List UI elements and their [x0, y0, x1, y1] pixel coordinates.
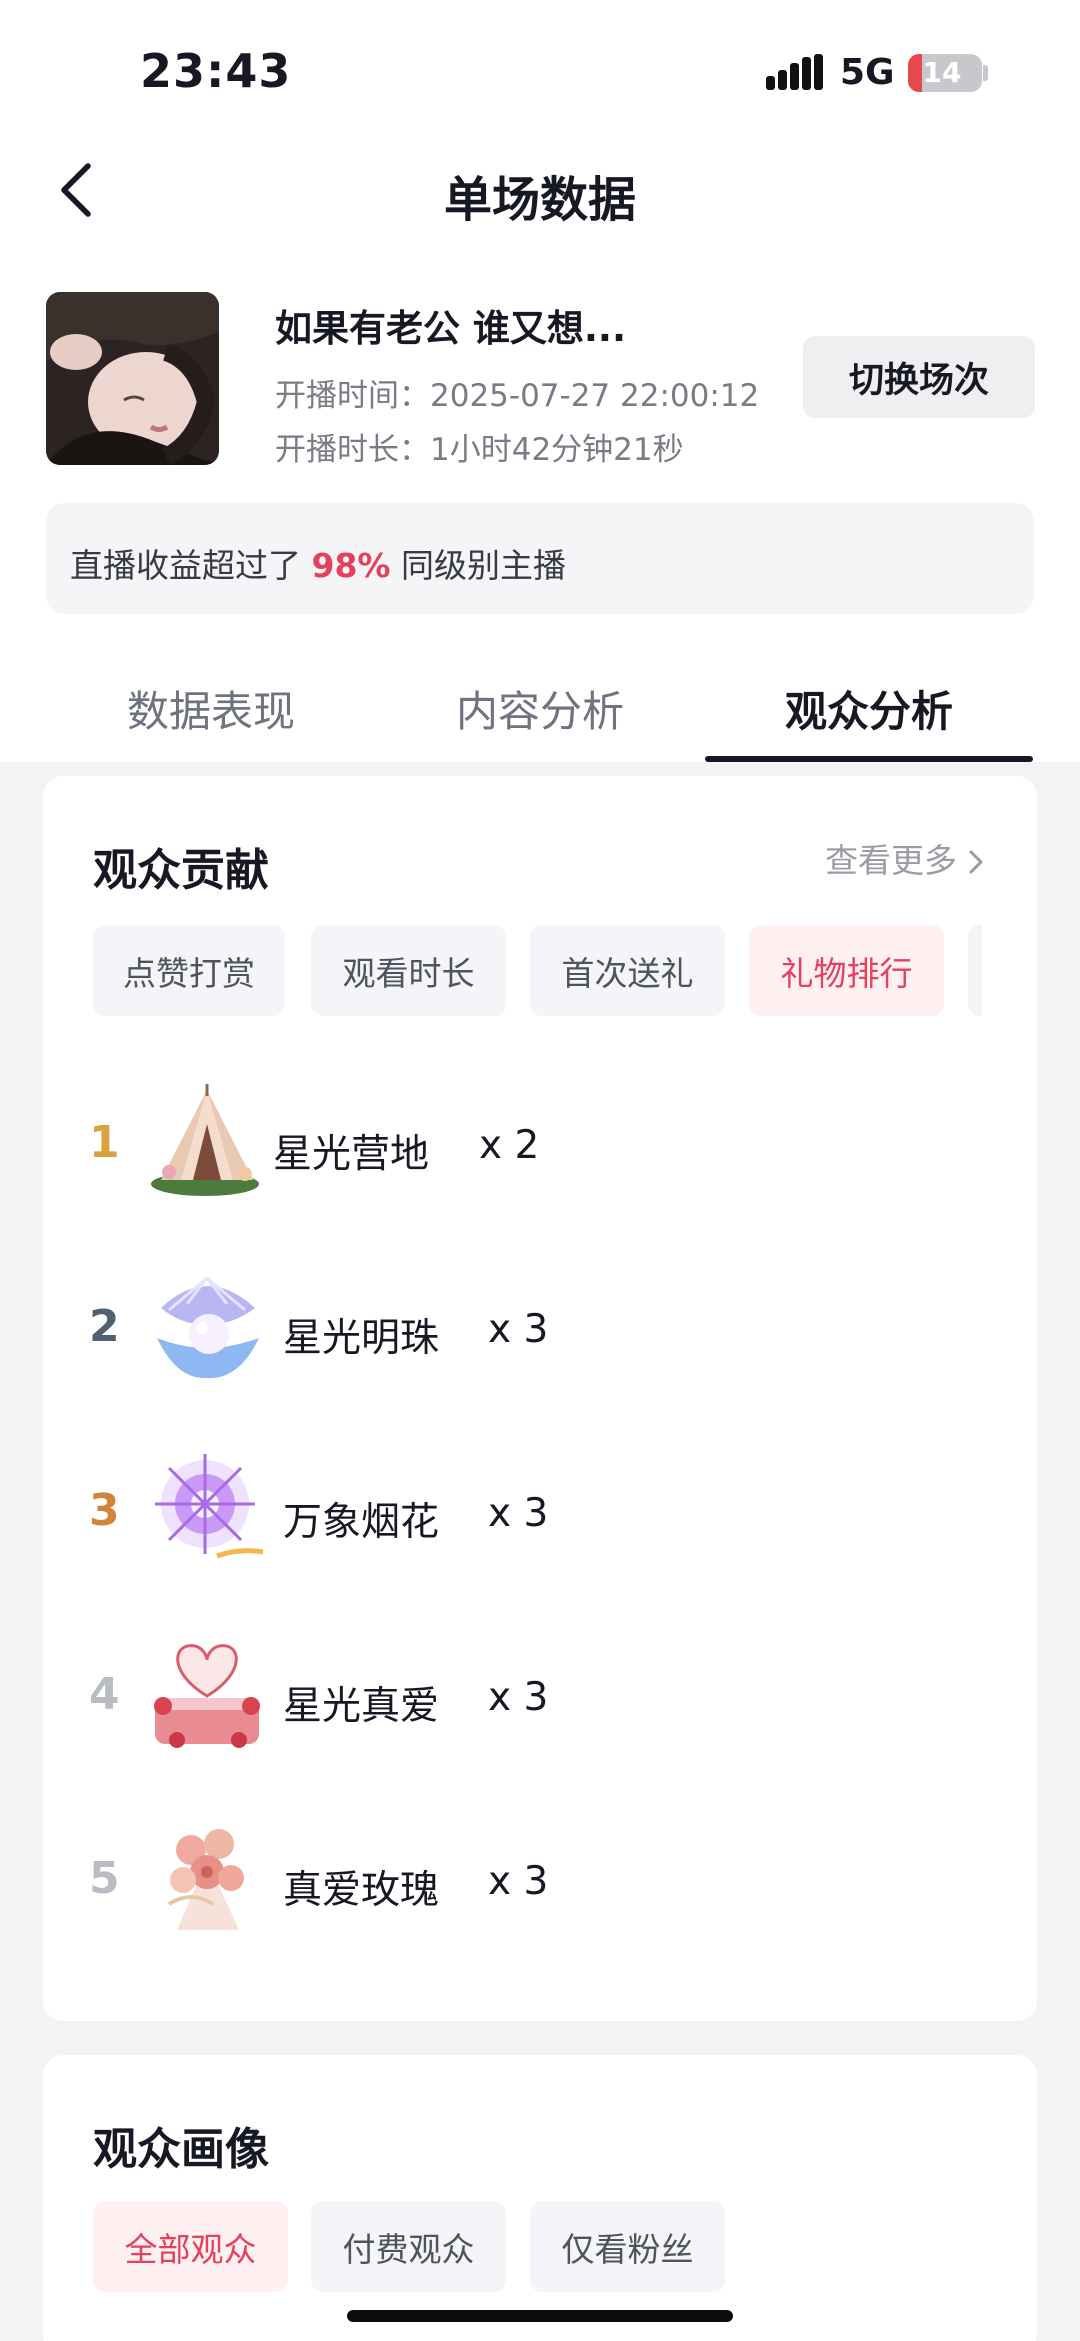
filter-paying-audience[interactable]: 付费观众	[311, 2201, 506, 2292]
audience-portrait-card: 观众画像 全部观众 付费观众 仅看粉丝	[43, 2055, 1037, 2341]
start-time-value: 2025-07-27 22:00:12	[430, 378, 760, 414]
gift-name: 万象烟花	[283, 1500, 440, 1545]
rose-bouquet-gift-icon	[147, 1820, 267, 1940]
session-title: 如果有老公 谁又想...	[275, 307, 627, 350]
network-type: 5G	[840, 52, 895, 93]
chevron-right-icon	[969, 850, 982, 874]
gift-count: x 3	[488, 1491, 549, 1536]
portrait-title: 观众画像	[93, 2124, 269, 2175]
streamer-avatar	[46, 292, 219, 465]
page-title: 单场数据	[443, 172, 636, 228]
filter-gift-ranking[interactable]: 礼物排行	[749, 925, 944, 1016]
gift-name: 星光营地	[273, 1132, 430, 1177]
rank-number: 3	[89, 1485, 120, 1536]
glamping-tent-gift-icon	[147, 1084, 267, 1204]
earnings-suffix: 同级别主播	[401, 546, 566, 585]
duration-value: 1小时42分钟21秒	[430, 432, 684, 468]
filter-fans-only[interactable]: 仅看粉丝	[530, 2201, 725, 2292]
gift-count: x 3	[488, 1307, 549, 1352]
gift-name: 真爱玫瑰	[283, 1868, 440, 1913]
pearl-shell-gift-icon	[147, 1268, 267, 1388]
see-more-label: 查看更多	[825, 841, 957, 880]
gift-name: 星光明珠	[283, 1316, 440, 1361]
tab-data-performance[interactable]: 数据表现	[46, 678, 376, 739]
home-indicator[interactable]	[347, 2310, 733, 2322]
firework-gift-icon	[147, 1452, 267, 1572]
contribution-title: 观众贡献	[93, 845, 269, 896]
earnings-percent: 98%	[311, 546, 391, 585]
filter-likes-tips[interactable]: 点赞打赏	[93, 925, 285, 1016]
rank-number: 5	[89, 1853, 120, 1904]
gift-rank-row: 4 星光真爱 x 3	[43, 1631, 1037, 1761]
gift-rank-row: 2 星光明珠 x 3	[43, 1263, 1037, 1393]
gift-name: 星光真爱	[283, 1684, 440, 1729]
filter-all-audience[interactable]: 全部观众	[93, 2201, 288, 2292]
tab-audience-analysis[interactable]: 观众分析	[704, 678, 1034, 739]
start-time-line: 开播时间：2025-07-27 22:00:12	[275, 370, 759, 415]
earnings-banner: 直播收益超过了 98% 同级别主播	[46, 503, 1034, 614]
active-tab-indicator	[705, 756, 1033, 762]
see-more-link[interactable]: 查看更多	[825, 834, 984, 882]
filter-overflow-chip	[968, 925, 982, 1016]
filter-first-gift[interactable]: 首次送礼	[530, 925, 725, 1016]
heart-cake-gift-icon	[147, 1636, 267, 1756]
battery-icon: 14	[908, 54, 982, 92]
gift-count: x 3	[488, 1675, 549, 1720]
gift-rank-row: 5 真爱玫瑰 x 3	[43, 1815, 1037, 1945]
signal-icon	[766, 54, 824, 90]
duration-line: 开播时长：1小时42分钟21秒	[275, 424, 684, 469]
gift-rank-row: 1 星光营地 x 2	[43, 1079, 1037, 1209]
battery-level: 14	[922, 56, 962, 89]
gift-count: x 2	[479, 1123, 540, 1168]
gift-rank-row: 3 万象烟花 x 3	[43, 1447, 1037, 1577]
switch-session-button[interactable]: 切换场次	[803, 336, 1035, 418]
tab-content-analysis[interactable]: 内容分析	[375, 678, 705, 739]
rank-number: 1	[89, 1117, 120, 1168]
duration-label: 开播时长：	[275, 432, 430, 468]
earnings-prefix: 直播收益超过了	[70, 546, 301, 585]
start-time-label: 开播时间：	[275, 378, 430, 414]
rank-number: 4	[89, 1669, 120, 1720]
status-time: 23:43	[140, 44, 292, 98]
battery-tip	[983, 65, 988, 81]
filter-watch-time[interactable]: 观看时长	[311, 925, 506, 1016]
audience-contribution-card: 观众贡献 查看更多 点赞打赏 观看时长 首次送礼 礼物排行 1 星光营地 x 2…	[43, 776, 1037, 2021]
gift-count: x 3	[488, 1859, 549, 1904]
rank-number: 2	[89, 1301, 120, 1352]
